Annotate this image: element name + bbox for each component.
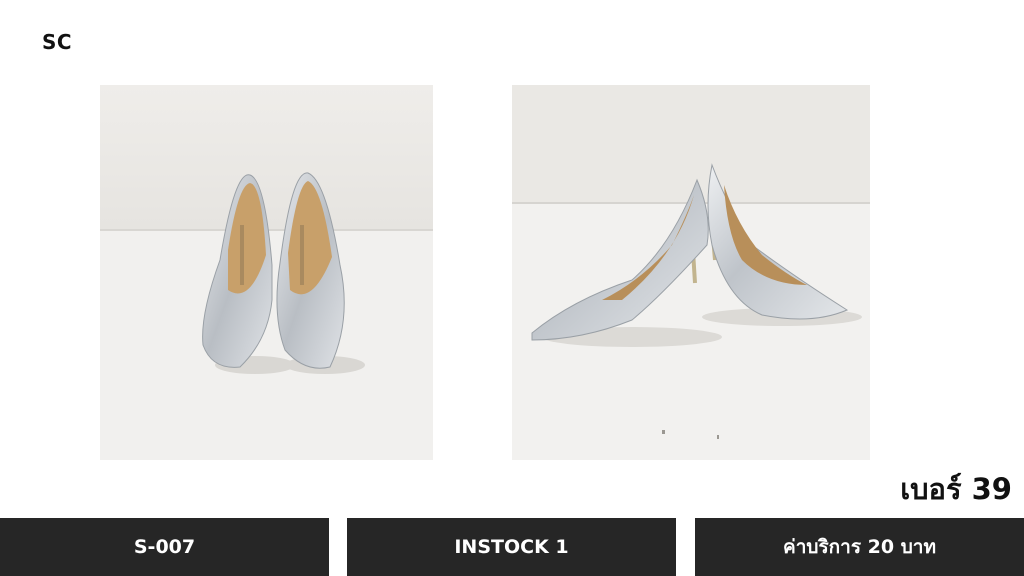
product-photo-side bbox=[512, 85, 870, 460]
service-fee-bar: ค่าบริการ 20 บาท bbox=[695, 518, 1024, 576]
shoes-side-illustration bbox=[512, 85, 870, 460]
size-label: เบอร์ 39 bbox=[900, 472, 1012, 506]
product-code: S-007 bbox=[133, 536, 196, 558]
stock-bar: INSTOCK 1 bbox=[347, 518, 676, 576]
product-photo-front bbox=[100, 85, 433, 460]
service-fee: ค่าบริการ 20 บาท bbox=[783, 536, 936, 558]
product-code-bar: S-007 bbox=[0, 518, 329, 576]
brand-label: SC bbox=[42, 30, 73, 54]
stock-status: INSTOCK 1 bbox=[454, 536, 569, 558]
shoes-front-illustration bbox=[100, 85, 433, 460]
